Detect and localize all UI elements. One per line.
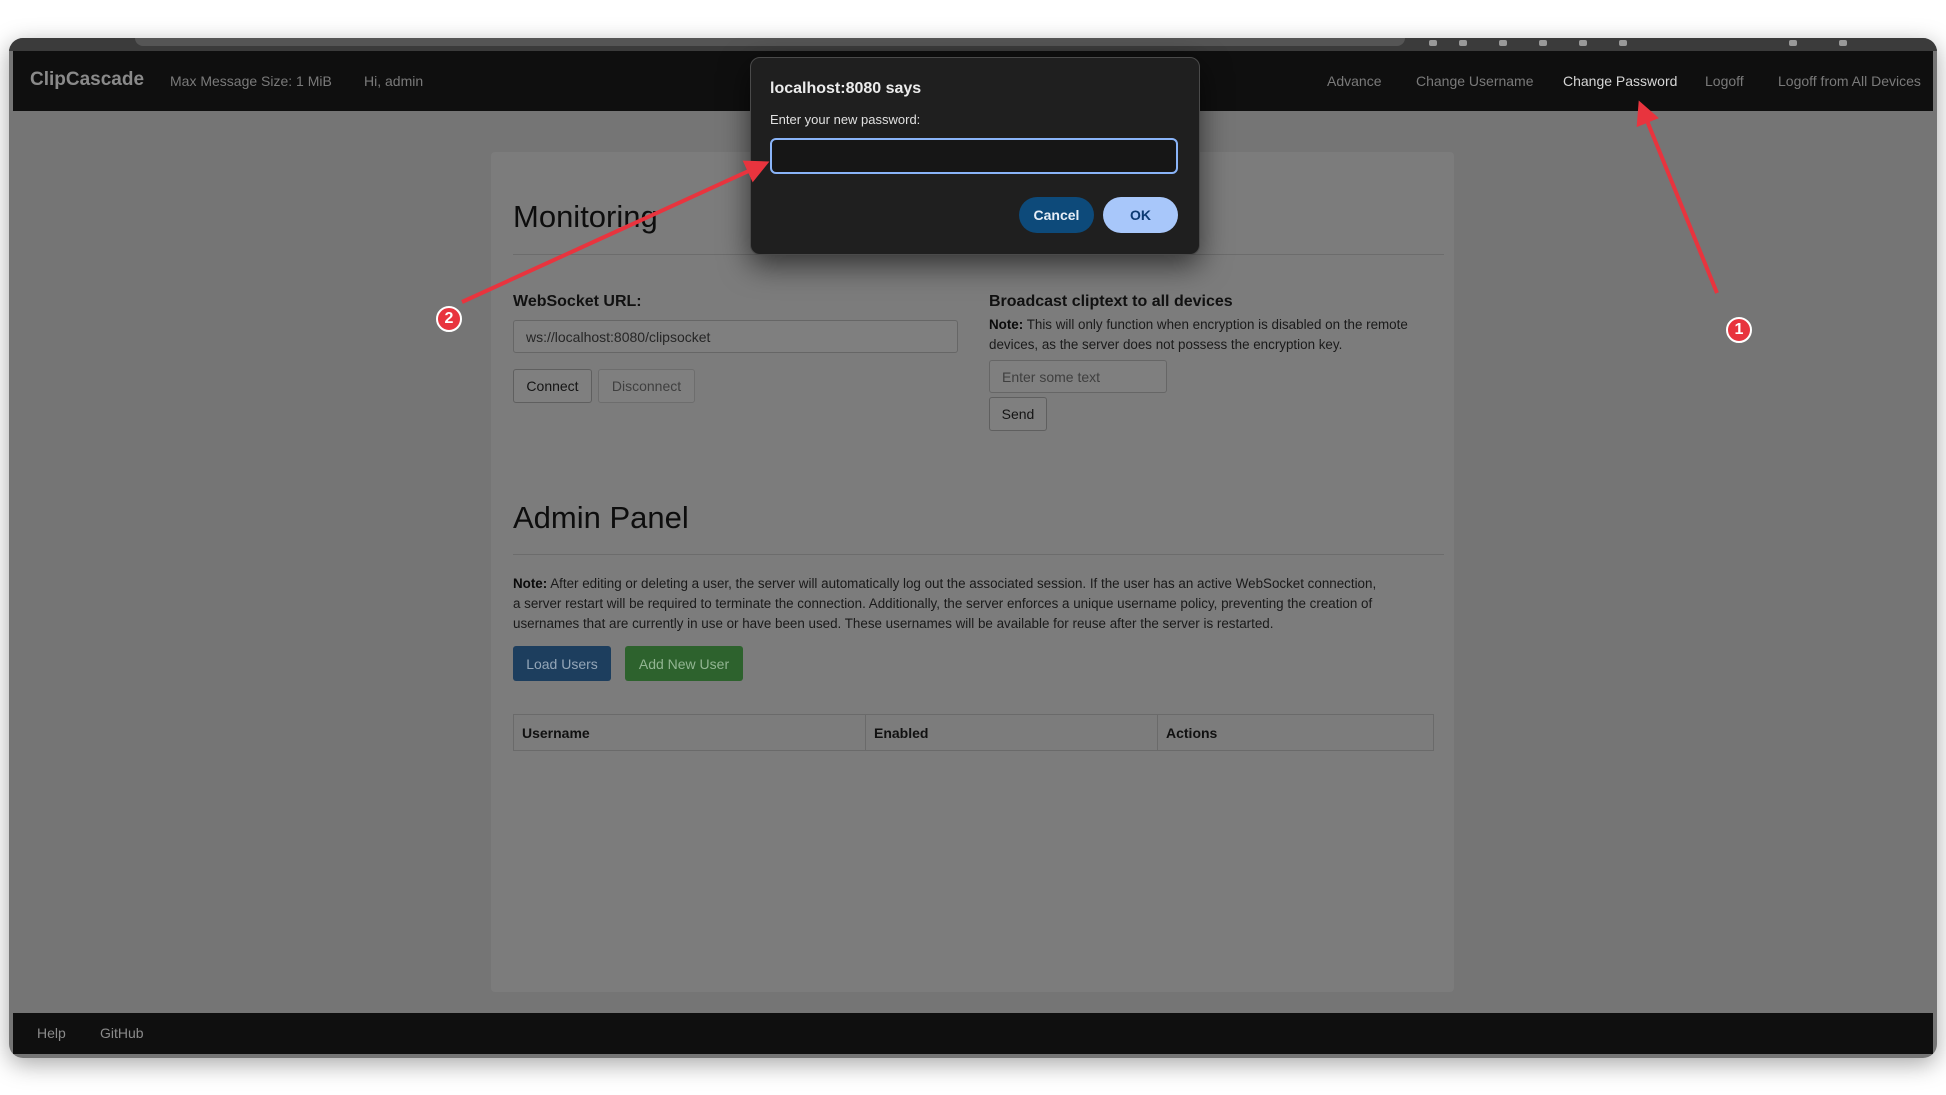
nav-advance[interactable]: Advance <box>1327 73 1381 89</box>
column-enabled: Enabled <box>866 715 1158 750</box>
broadcast-heading: Broadcast cliptext to all devices <box>989 293 1233 310</box>
column-actions: Actions <box>1166 725 1218 741</box>
broadcast-note-prefix: Note: <box>989 317 1024 332</box>
broadcast-note-line2: devices, as the server does not possess … <box>989 337 1343 352</box>
load-users-button[interactable]: Load Users <box>513 646 611 681</box>
max-message-size: Max Message Size: 1 MiB <box>170 73 332 89</box>
send-button[interactable]: Send <box>989 397 1047 431</box>
annotation-badge-2: 2 <box>436 306 462 332</box>
websocket-url-input[interactable]: ws://localhost:8080/clipsocket <box>513 320 958 353</box>
footer-bar: Help GitHub <box>13 1013 1933 1054</box>
nav-logoff-all-devices[interactable]: Logoff from All Devices <box>1778 73 1921 89</box>
extension-icon[interactable] <box>1579 40 1587 46</box>
footer-github-link[interactable]: GitHub <box>100 1025 144 1041</box>
websocket-url-value: ws://localhost:8080/clipsocket <box>526 328 711 345</box>
dialog-message: Enter your new password: <box>770 112 921 127</box>
extension-icon[interactable] <box>1499 40 1507 46</box>
menu-icon[interactable] <box>1839 40 1847 46</box>
annotation-badge-1: 1 <box>1726 317 1752 343</box>
extension-icon[interactable] <box>1619 40 1627 46</box>
admin-note-line2: a server restart will be required to ter… <box>513 596 1373 611</box>
dialog-ok-button[interactable]: OK <box>1103 197 1178 233</box>
add-new-user-button[interactable]: Add New User <box>625 646 743 681</box>
brand-logo[interactable]: ClipCascade <box>30 69 144 91</box>
new-password-input[interactable] <box>770 138 1178 174</box>
admin-note: Note: After editing or deleting a user, … <box>513 574 1376 634</box>
dialog-cancel-button[interactable]: Cancel <box>1019 197 1094 233</box>
user-greeting: Hi, admin <box>364 73 424 89</box>
column-username: Username <box>514 715 866 750</box>
broadcast-note: Note: This will only function when encry… <box>989 315 1408 355</box>
admin-panel-heading: Admin Panel <box>513 500 689 535</box>
admin-note-line1: After editing or deleting a user, the se… <box>547 576 1377 591</box>
extension-icon[interactable] <box>1539 40 1547 46</box>
users-table-header: Username Enabled Actions <box>513 714 1434 751</box>
main-content-card <box>491 152 1454 992</box>
monitoring-heading: Monitoring <box>513 199 658 234</box>
password-prompt-dialog: localhost:8080 says Enter your new passw… <box>750 57 1200 255</box>
nav-change-username[interactable]: Change Username <box>1416 73 1534 89</box>
broadcast-text-input[interactable]: Enter some text <box>989 360 1167 393</box>
admin-note-prefix: Note: <box>513 576 548 591</box>
dialog-title: localhost:8080 says <box>770 80 922 97</box>
broadcast-note-line1: This will only function when encryption … <box>1023 317 1408 332</box>
disconnect-button[interactable]: Disconnect <box>598 369 695 403</box>
footer-help-link[interactable]: Help <box>37 1025 66 1041</box>
nav-change-password[interactable]: Change Password <box>1563 73 1677 89</box>
broadcast-input-placeholder: Enter some text <box>1002 368 1101 385</box>
profile-icon[interactable] <box>1789 40 1797 46</box>
admin-note-line3: usernames that are currently in use or h… <box>513 616 1274 631</box>
extension-icon[interactable] <box>1429 40 1437 46</box>
admin-divider <box>513 554 1444 555</box>
nav-logoff[interactable]: Logoff <box>1705 73 1744 89</box>
browser-toolbar <box>9 38 1937 51</box>
connect-button[interactable]: Connect <box>513 369 592 403</box>
address-bar[interactable] <box>135 38 1405 46</box>
extension-icon[interactable] <box>1459 40 1467 46</box>
websocket-url-label: WebSocket URL: <box>513 293 642 310</box>
